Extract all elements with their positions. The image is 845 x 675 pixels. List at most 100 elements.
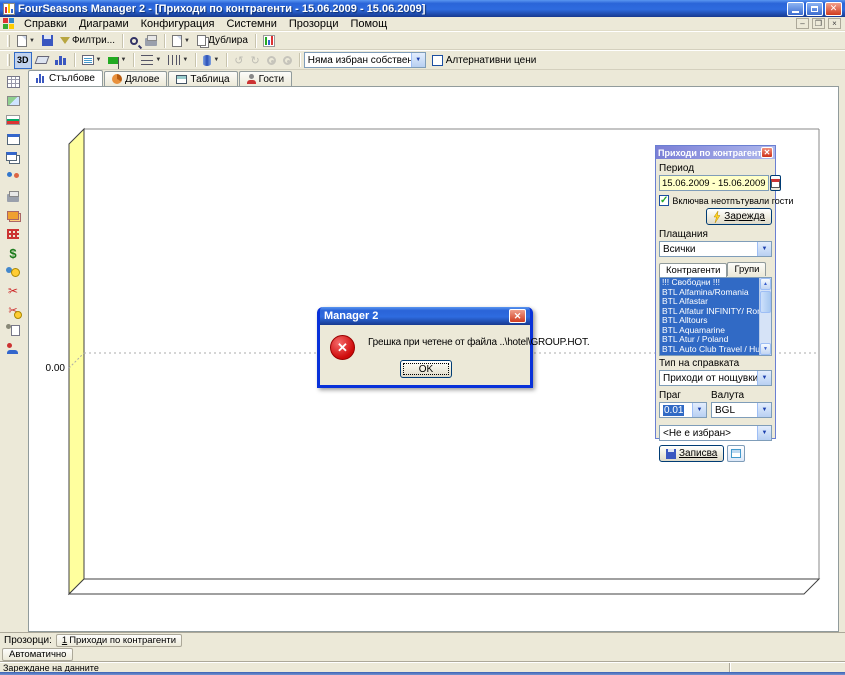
tab-groups[interactable]: Групи — [727, 262, 766, 276]
ok-button[interactable]: OK — [400, 360, 452, 378]
menu-diagrami[interactable]: Диаграми — [73, 17, 135, 31]
scroll-down-icon[interactable]: ▼ — [760, 343, 771, 355]
cancel-button[interactable]: ✂ — [4, 283, 22, 299]
new-report-button[interactable]: ▼ — [14, 32, 38, 49]
panel-titlebar[interactable]: Приходи по контрагенти ✕ — [656, 146, 775, 159]
load-button[interactable]: Зарежда — [706, 208, 772, 225]
payments-combobox[interactable]: Всички ▼ — [659, 241, 772, 257]
mdi-minimize-button[interactable]: – — [796, 18, 809, 29]
list-item[interactable]: BTL Atur / Poland — [660, 335, 759, 345]
room-plan-button[interactable] — [4, 74, 22, 90]
chart-left-wall — [69, 129, 84, 594]
list-item[interactable]: BTL — [660, 354, 759, 356]
language-button[interactable] — [4, 112, 22, 128]
print-preview-button[interactable] — [127, 32, 141, 49]
scroll-up-icon[interactable]: ▲ — [760, 278, 771, 290]
tab-pie[interactable]: Дялове — [104, 71, 167, 86]
table-view-button[interactable] — [727, 445, 745, 462]
error-dialog[interactable]: Manager 2 ✕ ✕ Грешка при четене от файла… — [317, 307, 533, 388]
period-field[interactable]: 15.06.2009 - 15.06.2009 — [659, 175, 769, 191]
list-scrollbar[interactable]: ▲ ▼ — [759, 278, 771, 355]
list-item[interactable]: BTL Alfastar — [660, 297, 759, 307]
panel-close-button[interactable]: ✕ — [761, 147, 773, 158]
copy-button[interactable]: ▼ — [169, 32, 193, 49]
threshold-combobox[interactable]: 0.01 ▼ — [659, 402, 707, 418]
tab-contractors[interactable]: Контрагенти — [659, 263, 727, 278]
windows-label: Прозорци: — [4, 635, 52, 646]
minimize-button[interactable] — [787, 2, 804, 16]
guest-card-button[interactable] — [4, 321, 22, 337]
report-type-combobox[interactable]: Приходи от нощувки ▼ — [659, 370, 772, 386]
window-tab-button[interactable]: 1 Приходи по контрагенти — [56, 634, 182, 647]
cut-payment-button[interactable]: ✂ — [4, 302, 22, 318]
toolbar-grip[interactable] — [7, 35, 10, 47]
dialog-titlebar[interactable]: Manager 2 ✕ — [320, 307, 530, 325]
horizontal-grid-button[interactable]: ▼ — [138, 52, 164, 69]
list-item[interactable]: BTL Alfamina/Romania — [660, 288, 759, 298]
threshold-label: Праг — [659, 390, 707, 401]
menu-prozorci[interactable]: Прозорци — [283, 17, 345, 31]
window-button[interactable] — [4, 131, 22, 147]
mdi-close-button[interactable]: × — [828, 18, 841, 29]
toolbar-grip[interactable] — [7, 54, 10, 66]
separator — [255, 34, 256, 48]
cards-button[interactable] — [4, 207, 22, 223]
menu-spravki[interactable]: Справки — [18, 17, 73, 31]
payments-button[interactable] — [4, 264, 22, 280]
window-copy-button[interactable] — [4, 150, 22, 166]
tab-table[interactable]: Таблица — [168, 71, 237, 86]
rotate-plane-button[interactable] — [33, 52, 51, 69]
duplicate-button[interactable]: Дублира — [194, 32, 251, 49]
list-item[interactable]: BTL Alltours — [660, 316, 759, 326]
contractors-listbox[interactable]: !!! Свободни !!! BTL Alfamina/Romania BT… — [659, 277, 772, 356]
new-document-icon — [17, 35, 27, 47]
list-item[interactable]: !!! Свободни !!! — [660, 278, 759, 288]
tab-columns[interactable]: Стълбове — [28, 70, 103, 86]
menu-konfiguracia[interactable]: Конфигурация — [135, 17, 221, 31]
chevron-down-icon: ▼ — [182, 57, 188, 63]
currency-combobox[interactable]: BGL ▼ — [711, 402, 772, 418]
alt-prices-checkbox[interactable] — [432, 55, 443, 66]
toggle-3d-button[interactable]: 3D — [14, 52, 32, 69]
tab-guests[interactable]: Гости — [239, 71, 292, 86]
close-button[interactable]: ✕ — [825, 2, 842, 16]
guests-button[interactable] — [4, 169, 22, 185]
dialog-close-button[interactable]: ✕ — [509, 309, 526, 323]
rotate-left-button: ↺ — [231, 52, 246, 69]
report-parameters-panel[interactable]: Приходи по контрагенти ✕ Период 15.06.20… — [655, 145, 776, 439]
availability-button[interactable] — [4, 226, 22, 242]
bar-style-button[interactable]: ▼ — [200, 52, 222, 69]
marks-button[interactable]: ▼ — [105, 52, 129, 69]
restore-button[interactable] — [806, 2, 823, 16]
guest-stats-button[interactable] — [4, 340, 22, 356]
chart-button[interactable] — [260, 32, 278, 49]
save-button[interactable] — [39, 32, 56, 49]
export-image-button[interactable] — [4, 93, 22, 109]
scroll-thumb[interactable] — [760, 291, 771, 313]
menu-sistemni[interactable]: Системни — [220, 17, 282, 31]
duplicate-icon — [197, 35, 206, 46]
filters-button[interactable]: Филтри... — [57, 32, 118, 49]
mdi-restore-button[interactable]: ❐ — [812, 18, 825, 29]
print-button[interactable] — [142, 32, 160, 49]
print-folder-button[interactable] — [4, 188, 22, 204]
template-combobox[interactable]: <Не е избран> ▼ — [659, 425, 772, 441]
save-report-button[interactable]: Записва — [659, 445, 724, 462]
list-item[interactable]: BTL Aquamarine — [660, 326, 759, 336]
mini-bars-button[interactable] — [52, 52, 70, 69]
list-item[interactable]: BTL Alfatur INFINITY/ Romani — [660, 307, 759, 317]
save-icon — [42, 35, 53, 46]
separator — [133, 53, 134, 67]
calendar-button[interactable] — [770, 175, 781, 191]
vertical-grid-button[interactable]: ▼ — [165, 52, 191, 69]
currency-button[interactable]: $ — [4, 245, 22, 261]
legend-button[interactable]: ▼ — [79, 52, 105, 69]
chevron-down-icon: ▼ — [757, 371, 771, 385]
window-titlebar[interactable]: FourSeasons Manager 2 - [Приходи по конт… — [0, 0, 845, 17]
include-guests-checkbox[interactable]: ✓ — [659, 195, 669, 206]
menu-pomosht[interactable]: Помощ — [344, 17, 393, 31]
owner-combobox[interactable]: Няма избран собственици ▼ — [304, 52, 426, 68]
app-icon — [3, 3, 15, 15]
automatic-button[interactable]: Автоматично — [2, 648, 73, 661]
list-item[interactable]: BTL Auto Club Travel / Hunga — [660, 345, 759, 355]
